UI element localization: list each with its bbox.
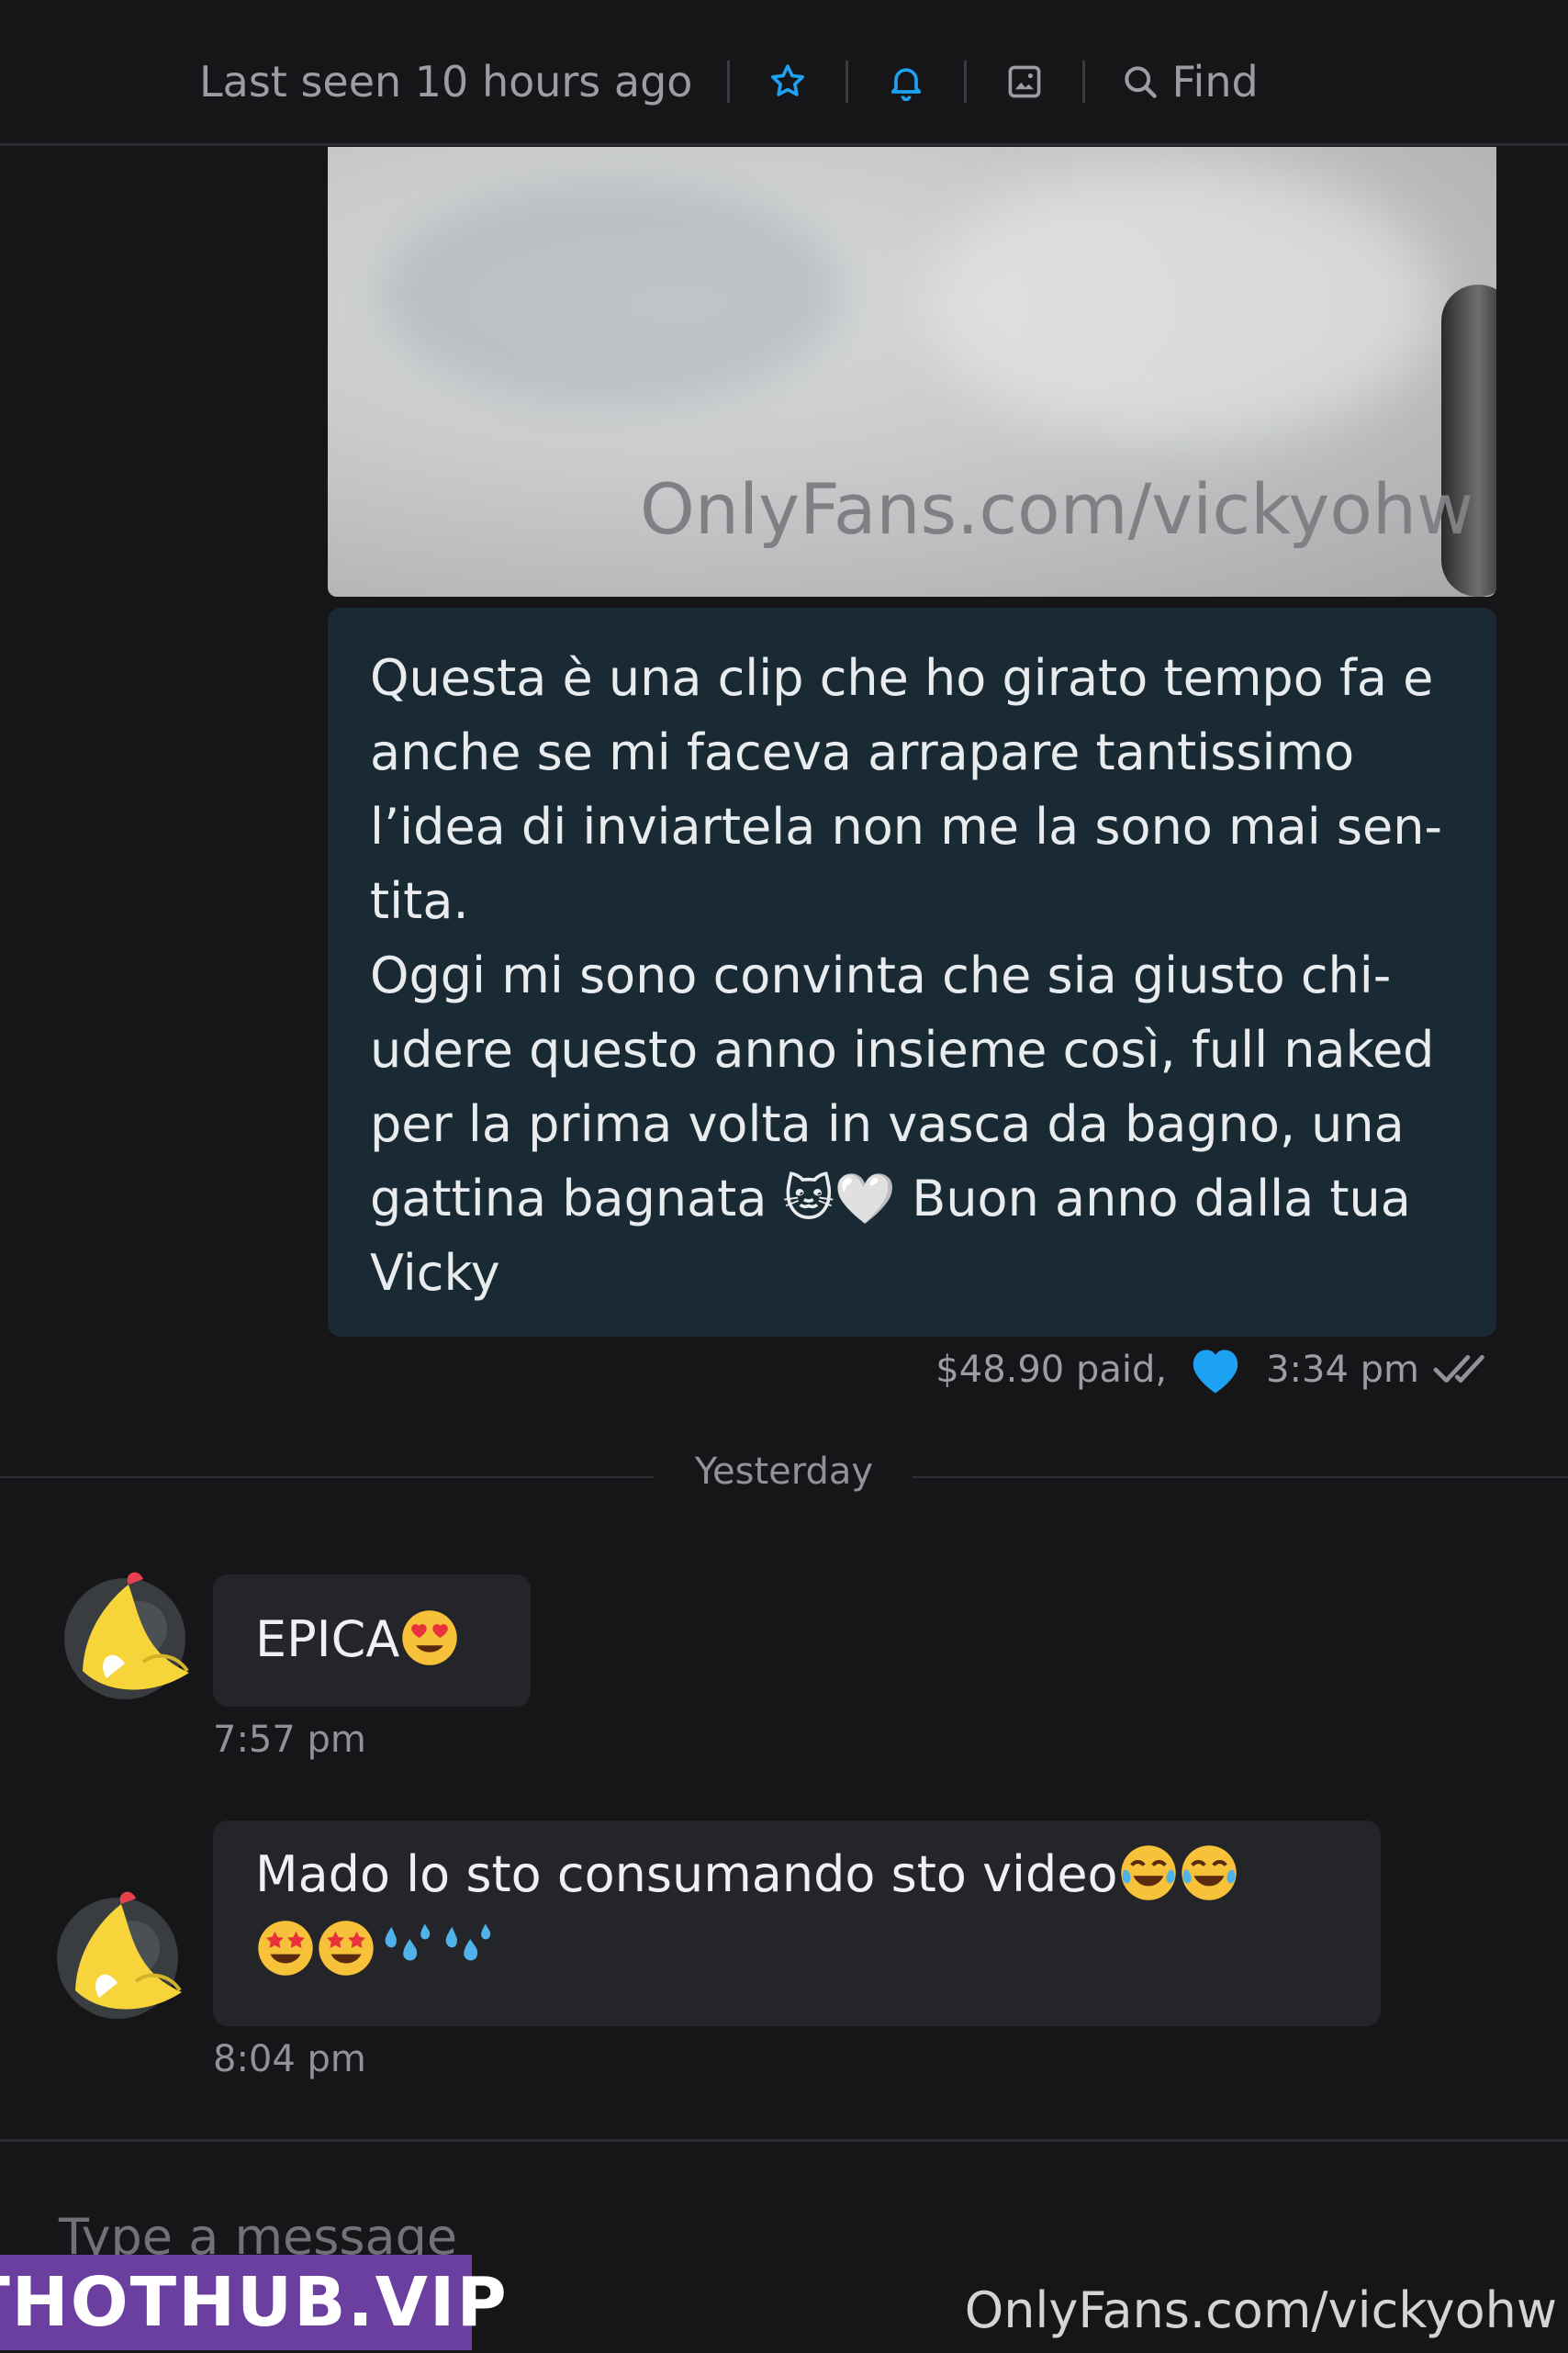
find-label: Find [1171, 57, 1259, 106]
star-struck-emoji [319, 1921, 374, 1977]
avatar[interactable] [44, 1880, 191, 2027]
star-icon[interactable] [765, 59, 811, 105]
date-divider: Yesterday [0, 1451, 1568, 1493]
media-texture [924, 165, 1439, 441]
message-time: 7:57 pm [213, 1719, 366, 1761]
media-preview[interactable]: OnlyFans.com/vickyohw [328, 147, 1496, 597]
chat-header: Last seen 10 hours ago Find [0, 0, 1568, 146]
message-time: 3:34 pm [1266, 1349, 1419, 1391]
media-faucet [1441, 285, 1496, 597]
emoji-line [255, 1914, 1381, 1986]
double-check-icon [1433, 1355, 1484, 1383]
bell-icon[interactable] [883, 59, 929, 105]
avatar[interactable] [51, 1561, 198, 1708]
date-label: Yesterday [694, 1451, 874, 1493]
message-time: 8:04 pm [213, 2038, 366, 2080]
message-text: EPICA [255, 1610, 400, 1668]
header-separator [846, 61, 849, 103]
heart-eyes-emoji [402, 1610, 457, 1666]
outgoing-message-meta: $48.90 paid, 3:34 pm [935, 1342, 1496, 1397]
gallery-icon[interactable] [1002, 59, 1047, 105]
outgoing-message-bubble: Questa è una clip che ho girato tempo fa… [328, 608, 1496, 1337]
message-line: Mado lo sto consumando sto video [255, 1839, 1381, 1910]
find-button[interactable]: Find [1120, 57, 1259, 106]
header-separator [1082, 61, 1086, 103]
sweat-droplets-emoji [445, 1923, 491, 1961]
site-watermark-badge: THOTHUB.VIP [0, 2255, 507, 2350]
search-icon [1125, 66, 1158, 98]
price-paid: $48.90 paid, [935, 1349, 1168, 1391]
sweat-droplets-emoji [385, 1923, 431, 1961]
last-seen-status: Last seen 10 hours ago [199, 57, 693, 106]
media-watermark: OnlyFans.com/vickyohw [640, 468, 1474, 550]
tears-of-joy-emoji [1181, 1845, 1237, 1901]
star-struck-emoji [258, 1921, 313, 1977]
tears-of-joy-emoji [1120, 1845, 1176, 1901]
heart-icon[interactable] [1187, 1344, 1244, 1395]
incoming-message-bubble: Mado lo sto consumando sto video [213, 1821, 1381, 2026]
incoming-message-bubble: EPICA [213, 1574, 531, 1707]
media-texture [383, 184, 842, 404]
message-text: Mado lo sto consumando sto video [255, 1845, 1118, 1903]
bottom-watermark: OnlyFans.com/vickyohw [964, 2281, 1557, 2339]
header-separator [727, 61, 731, 103]
header-row: Last seen 10 hours ago Find [199, 44, 1259, 119]
header-separator [964, 61, 968, 103]
